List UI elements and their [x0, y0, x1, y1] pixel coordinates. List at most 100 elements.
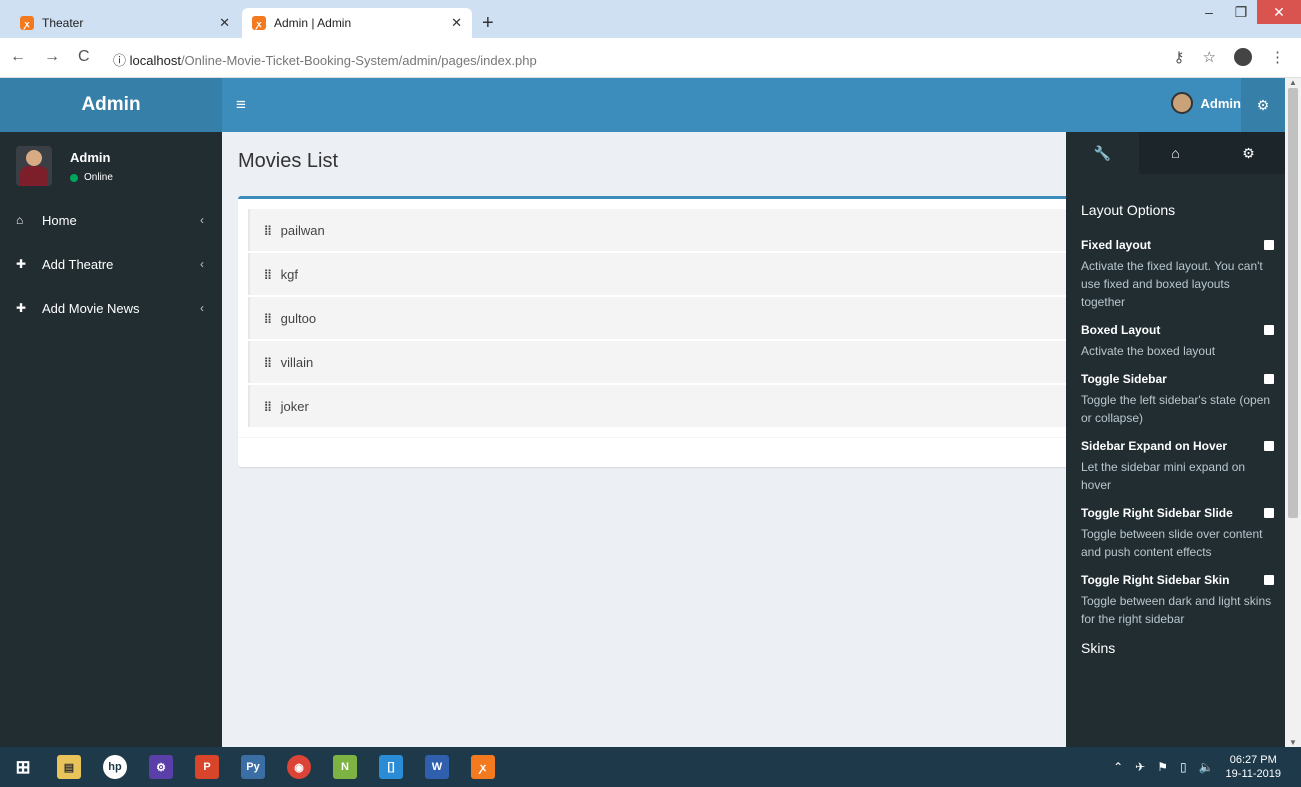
new-tab-button[interactable]: + [482, 12, 494, 35]
settings-icon[interactable]: ⚙ [138, 747, 184, 787]
drag-handle-icon[interactable]: ⁞⁞ [264, 399, 272, 414]
hamburger-icon[interactable]: ≡ [236, 95, 246, 115]
option-desc: Toggle between dark and light skins for … [1081, 594, 1272, 626]
option-right-sidebar-skin: Toggle Right Sidebar Skin Toggle between… [1081, 573, 1276, 628]
chevron-left-icon: ‹ [200, 213, 204, 227]
gears-icon[interactable]: ⚙ [1241, 78, 1285, 132]
option-desc: Activate the fixed layout. You can't use… [1081, 259, 1263, 309]
page-scrollbar[interactable]: ▲ ▼ [1285, 78, 1301, 747]
option-checkbox[interactable] [1264, 508, 1274, 518]
left-sidebar: Admin Online ⌂ Home ‹ ✚ Add Theatre ‹ ✚ … [0, 132, 222, 747]
sidebar-item-label: Add Theatre [42, 256, 114, 272]
key-icon[interactable]: ⚷ [1174, 48, 1185, 66]
drag-handle-icon[interactable]: ⁞⁞ [264, 355, 272, 370]
volume-icon[interactable]: 🔈 [1199, 760, 1214, 774]
minimize-icon[interactable]: – [1193, 0, 1225, 24]
layout-options: Layout Options Fixed layout Activate the… [1081, 202, 1276, 676]
xampp-icon[interactable]: ꭗ [460, 747, 506, 787]
list-item[interactable]: ⁞⁞ kgf [248, 253, 1098, 295]
wrench-icon[interactable]: 🔧 [1066, 132, 1139, 174]
restore-icon[interactable]: ❐ [1225, 0, 1257, 24]
drag-handle-icon[interactable]: ⁞⁞ [264, 311, 272, 326]
hp-icon[interactable]: hp [92, 747, 138, 787]
url-field[interactable]: ⓘ localhost/Online-Movie-Ticket-Booking-… [113, 50, 537, 69]
sidebar-item-add-movie-news[interactable]: ✚ Add Movie News ‹ [0, 286, 222, 330]
url-path: /Online-Movie-Ticket-Booking-System/admi… [180, 53, 537, 68]
drag-handle-icon[interactable]: ⁞⁞ [264, 267, 272, 282]
home-icon[interactable]: ⌂ [1139, 132, 1212, 174]
option-title: Toggle Sidebar [1081, 372, 1167, 386]
option-title: Toggle Right Sidebar Slide [1081, 506, 1233, 520]
menu-dots-icon[interactable]: ⋮ [1270, 48, 1285, 66]
option-checkbox[interactable] [1264, 374, 1274, 384]
window-close-icon[interactable]: ✕ [1257, 0, 1301, 24]
drag-handle-icon[interactable]: ⁞⁞ [264, 223, 272, 238]
movies-list: ⁞⁞ pailwan ⁞⁞ kgf ⁞⁞ gultoo ⁞⁞ villain ⁞⁞ jok… [248, 209, 1098, 429]
forward-icon[interactable]: → [44, 48, 60, 66]
option-desc: Activate the boxed layout [1081, 344, 1216, 358]
list-item[interactable]: ⁞⁞ joker [248, 385, 1098, 427]
pdf-icon[interactable]: P [184, 747, 230, 787]
user-menu[interactable]: Admin [1170, 92, 1241, 114]
close-icon[interactable]: ✕ [219, 15, 230, 31]
close-icon[interactable]: ✕ [451, 15, 462, 31]
list-item[interactable]: ⁞⁞ villain [248, 341, 1098, 383]
option-checkbox[interactable] [1264, 325, 1274, 335]
option-checkbox[interactable] [1264, 240, 1274, 250]
sidebar-item-label: Add Movie News [42, 300, 140, 316]
python-icon[interactable]: Py [230, 747, 276, 787]
tab-title: Theater [42, 16, 84, 30]
online-dot-icon [70, 173, 78, 182]
star-icon[interactable]: ☆ [1203, 48, 1216, 66]
option-right-sidebar-slide: Toggle Right Sidebar Slide Toggle betwee… [1081, 506, 1276, 561]
logo[interactable]: Admin [0, 78, 222, 132]
word-icon[interactable]: W [414, 747, 460, 787]
sidebar-item-home[interactable]: ⌂ Home ‹ [0, 198, 222, 242]
top-navbar: Admin ≡ Admin ⚙ [0, 78, 1301, 132]
chrome-icon[interactable]: ◉ [276, 747, 322, 787]
list-item[interactable]: ⁞⁞ pailwan [248, 209, 1098, 251]
xampp-icon: ꭗ [20, 16, 34, 30]
windows-taskbar: ⊞ ▤ hp ⚙ P Py ◉ N [] W ꭗ ⌃ ✈ ⚑ ▯ 🔈 06:27… [0, 747, 1301, 787]
user-panel: Admin Online [0, 132, 222, 198]
sidebar-user-name: Admin [70, 150, 111, 165]
flag-icon[interactable]: ⚑ [1157, 760, 1168, 774]
option-fixed-layout: Fixed layout Activate the fixed layout. … [1081, 238, 1276, 311]
reload-icon[interactable]: C [78, 48, 90, 66]
gears-icon[interactable]: ⚙ [1212, 132, 1285, 174]
control-sidebar: 🔧 ⌂ ⚙ Layout Options Fixed layout Activa… [1066, 132, 1285, 747]
option-toggle-sidebar: Toggle Sidebar Toggle the left sidebar's… [1081, 372, 1276, 427]
airplane-icon[interactable]: ✈ [1135, 760, 1145, 774]
sidebar-item-add-theatre[interactable]: ✚ Add Theatre ‹ [0, 242, 222, 286]
option-checkbox[interactable] [1264, 441, 1274, 451]
window-controls: – ❐ ✕ [1193, 0, 1301, 30]
notepad-plus-icon[interactable]: N [322, 747, 368, 787]
tab-admin[interactable]: ꭗ Admin | Admin ✕ [242, 8, 472, 38]
address-bar: ← → C ⓘ localhost/Online-Movie-Ticket-Bo… [0, 38, 1301, 78]
box-footer [238, 437, 1138, 467]
scrollbar-thumb[interactable] [1288, 88, 1298, 518]
brackets-icon[interactable]: [] [368, 747, 414, 787]
scroll-up-icon[interactable]: ▲ [1289, 78, 1297, 87]
option-title: Boxed Layout [1081, 323, 1161, 337]
avatar [1170, 92, 1193, 114]
tab-theater[interactable]: ꭗ Theater ✕ [10, 8, 240, 38]
xampp-icon: ꭗ [252, 16, 266, 30]
movie-name: villain [280, 354, 314, 370]
tray-up-icon[interactable]: ⌃ [1113, 760, 1123, 774]
back-icon[interactable]: ← [10, 48, 26, 66]
list-item[interactable]: ⁞⁞ gultoo [248, 297, 1098, 339]
profile-avatar[interactable] [1234, 48, 1252, 66]
scroll-down-icon[interactable]: ▼ [1289, 738, 1297, 747]
windows-start-icon[interactable]: ⊞ [0, 747, 46, 787]
clock[interactable]: 06:27 PM 19-11-2019 [1226, 753, 1281, 782]
movie-name: joker [280, 398, 309, 414]
file-explorer-icon[interactable]: ▤ [46, 747, 92, 787]
tab-title: Admin | Admin [274, 16, 352, 30]
chevron-left-icon: ‹ [200, 257, 204, 271]
battery-icon[interactable]: ▯ [1180, 760, 1187, 774]
url-host: localhost [129, 53, 181, 68]
option-checkbox[interactable] [1264, 575, 1274, 585]
system-tray: ⌃ ✈ ⚑ ▯ 🔈 06:27 PM 19-11-2019 [1113, 753, 1281, 782]
status-text: Online [84, 172, 113, 183]
